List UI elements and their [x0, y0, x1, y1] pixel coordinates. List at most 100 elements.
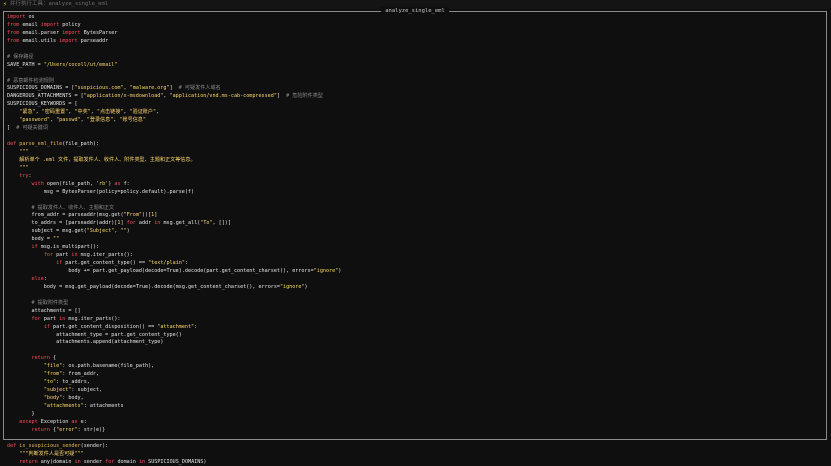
code-token: [7, 149, 19, 155]
code-line: return {"error": str(e)}: [7, 427, 823, 435]
code-panel: analyze_single_eml import osfrom email i…: [3, 11, 827, 440]
code-token: "body": [44, 395, 62, 401]
code-token: {: [50, 355, 56, 361]
code-token: # 可疑发件人域名: [179, 85, 221, 91]
code-token: f:: [121, 181, 130, 187]
code-token: policy: [59, 22, 80, 28]
code-line: # 提取发件人、收件人、主题和正文: [7, 205, 823, 213]
code-token: : attachments: [84, 403, 124, 409]
code-token: # 恶意邮件检测规则: [7, 78, 54, 84]
code-token: DANGEROUS_ATTACHMENTS = [: [7, 93, 84, 99]
tool-header-label: 并行执行工具：analyze_single_eml: [10, 0, 108, 9]
code-token: "suspicious.com": [74, 85, 123, 91]
code-token: "/Users/cocoll/ut/email": [44, 62, 118, 68]
code-token: import: [59, 38, 77, 44]
code-token: from: [7, 22, 19, 28]
code-token: [7, 403, 44, 409]
code-token: # 保存路径: [7, 54, 34, 60]
code-line: attachment_type = part.get_content_type(…: [7, 332, 823, 340]
code-line: "file": os.path.basename(file_path),: [7, 363, 823, 371]
code-line: [7, 347, 823, 355]
code-line: [7, 292, 823, 300]
code-token: : str(e)}: [78, 427, 106, 433]
code-token: "ignore": [314, 268, 339, 274]
code-token: [7, 205, 32, 211]
code-line: "to": to_addrs,: [7, 379, 823, 387]
code-token: [7, 165, 19, 171]
code-line: if part.get_content_type() == "text/plai…: [7, 260, 823, 268]
code-token: :: [185, 260, 188, 266]
code-token: open(file_path,: [44, 181, 96, 187]
code-token: "": [53, 236, 59, 242]
code-token: """: [19, 149, 28, 155]
code-token: import: [7, 14, 25, 20]
code-block[interactable]: import osfrom email import policyfrom em…: [7, 14, 823, 466]
code-line: "password", "passwd", "登录信息", "账号信息": [7, 117, 823, 125]
code-token: part: [41, 316, 59, 322]
code-token: email.parser: [19, 30, 62, 36]
code-token: "text/plain": [148, 260, 185, 266]
code-line: for part in msg.iter_parts():: [7, 316, 823, 324]
code-token: msg.get_all(: [160, 220, 200, 226]
code-line: with open(file_path, 'rb') as f:: [7, 181, 823, 189]
code-token: import: [62, 30, 80, 36]
code-token: "ignore": [280, 284, 305, 290]
code-token: "passwd": [56, 117, 81, 123]
code-token: from: [7, 38, 19, 44]
code-line: attachments.append(attachment_type): [7, 339, 823, 347]
code-token: [7, 252, 44, 258]
code-token: for: [127, 220, 136, 226]
code-line: ] # 可疑关键词: [7, 125, 823, 133]
code-token: "密码重置": [42, 109, 69, 115]
code-token: body = msg.get_payload(decode=: [7, 284, 136, 290]
code-token: # 危险附件类型: [286, 93, 323, 99]
code-token: "中奖": [74, 109, 90, 115]
code-token: email.utils: [19, 38, 59, 44]
code-token: for: [32, 316, 41, 322]
code-line: from email import policy: [7, 22, 823, 30]
code-token: SUSPICIOUS_DOMAINS = [: [7, 85, 74, 91]
code-token: ]: [277, 93, 286, 99]
code-token: "from": [44, 371, 62, 377]
code-token: ).decode(part.get_content_charset(), err…: [179, 268, 314, 274]
code-token: # 提取发件人、收件人、主题和正文: [32, 205, 115, 211]
code-line: """: [7, 149, 823, 157]
code-token: to_addrs = [parseaddr(addr)[: [7, 220, 117, 226]
code-line: except Exception as e:: [7, 419, 823, 427]
code-token: addr: [136, 220, 154, 226]
code-token: [7, 316, 32, 322]
code-token: attachments = []: [7, 308, 81, 314]
code-token: "attachments": [44, 403, 84, 409]
code-token: SUSPICIOUS_KEYWORDS = [: [7, 101, 78, 107]
code-token: msg = BytesParser(policy=policy.default)…: [7, 189, 194, 195]
code-token: [7, 157, 19, 163]
code-token: [7, 173, 19, 179]
code-line: "body": body,: [7, 395, 823, 403]
code-token: parseaddr: [78, 38, 109, 44]
code-token: "file": [44, 363, 62, 369]
code-token: for: [44, 252, 53, 258]
code-token: from: [7, 30, 19, 36]
code-token: [7, 109, 19, 115]
code-line: import os: [7, 14, 823, 22]
code-line: body += part.get_payload(decode=True).de…: [7, 268, 823, 276]
code-token: any(domain: [38, 459, 75, 465]
code-token: email: [19, 22, 40, 28]
code-token: [7, 324, 44, 330]
code-token: else: [32, 276, 44, 282]
code-token: BytesParser: [81, 30, 118, 36]
code-token: from_addr = parseaddr(msg.get(: [7, 212, 124, 218]
code-token: : os.path.basename(file_path),: [62, 363, 154, 369]
code-line: 解析单个 .eml 文件，提取发件人、收件人、附件类型、主题和正文等信息。: [7, 157, 823, 165]
code-token: def: [7, 443, 16, 449]
code-token: domain: [114, 459, 139, 465]
code-token: part.get_content_type() ==: [62, 260, 148, 266]
code-token: part.get_content_disposition() ==: [50, 324, 157, 330]
code-line: try:: [7, 173, 823, 181]
code-line: def parse_eml_file(file_path):: [7, 141, 823, 149]
code-line: # 保存路径: [7, 54, 823, 62]
code-line: body = "": [7, 236, 823, 244]
code-token: ))[: [142, 212, 151, 218]
code-token: return: [32, 427, 50, 433]
code-token: body += part.get_payload(decode=: [7, 268, 166, 274]
